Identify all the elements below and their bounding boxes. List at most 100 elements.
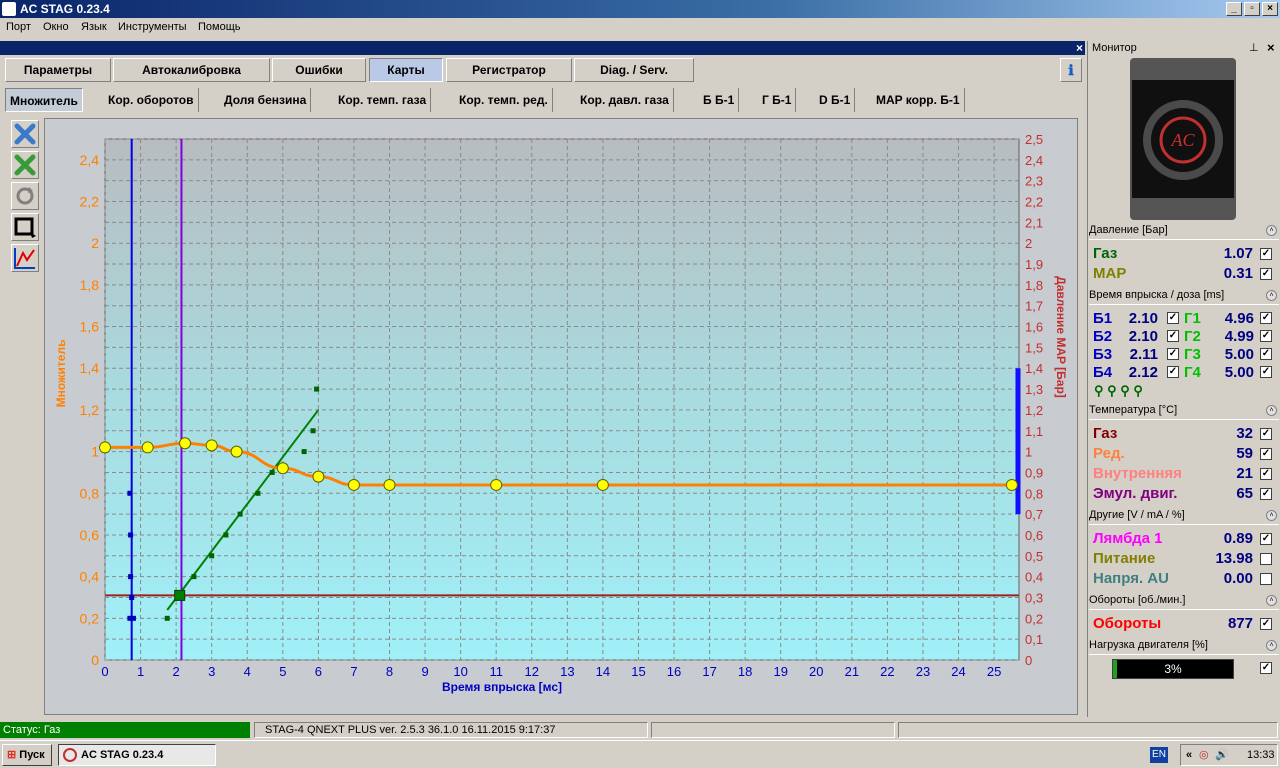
rpm-checkbox[interactable]: ✓ (1260, 618, 1272, 630)
volume-icon[interactable]: 🔊 (1215, 745, 1229, 765)
gas-point (301, 449, 307, 455)
petrol-injector-checkbox[interactable]: ✓ (1167, 366, 1179, 378)
start-button[interactable]: ⊞ Пуск (2, 744, 52, 766)
tab-diag-serv[interactable]: Diag. / Serv. (574, 58, 694, 82)
multiplier-point[interactable] (490, 478, 503, 491)
gas-injector-checkbox[interactable]: ✓ (1260, 366, 1272, 378)
multiplier-point[interactable] (596, 478, 609, 491)
petrol-injector-checkbox[interactable]: ✓ (1167, 348, 1179, 360)
multiplier-point[interactable] (347, 478, 360, 491)
menu-window[interactable]: Окно (43, 21, 69, 33)
section-other[interactable]: Другие [V / mA / %] ˄ (1089, 509, 1279, 525)
subtab-b-b1[interactable]: Б Б-1 (699, 88, 740, 112)
temp-gas-checkbox[interactable]: ✓ (1260, 428, 1272, 440)
section-pressure[interactable]: Давление [Бар] ˄ (1089, 224, 1279, 240)
subtab-gas-temp-correction[interactable]: Кор. темп. газа (334, 88, 432, 112)
power-checkbox[interactable] (1260, 553, 1272, 565)
restore-button[interactable]: ▫ (1244, 2, 1260, 16)
pressure-gas-label: Газ (1093, 245, 1118, 262)
collapse-icon[interactable]: ˄ (1266, 405, 1277, 416)
status-text: Статус: Газ (0, 722, 250, 738)
collapse-icon[interactable]: ˄ (1266, 290, 1277, 301)
app-taskbar-icon (63, 748, 77, 762)
close-green-icon[interactable] (11, 151, 39, 179)
frame-icon[interactable] (11, 213, 39, 241)
x-tick-label: 7 (350, 664, 357, 679)
multiplier-point[interactable] (179, 437, 192, 450)
menu-language[interactable]: Язык (81, 21, 107, 33)
section-other-label: Другие [V / mA / %] (1089, 509, 1185, 521)
status-bar: Статус: Газ STAG-4 QNEXT PLUS ver. 2.5.3… (0, 721, 1280, 739)
menu-help[interactable]: Помощь (198, 21, 241, 33)
pin-icon[interactable]: ⊥ (1249, 41, 1259, 54)
graph-icon[interactable] (11, 244, 39, 272)
tab-parameters[interactable]: Параметры (5, 58, 111, 82)
y2-tick-label: 0,6 (1025, 528, 1043, 543)
subtab-gas-pressure-correction[interactable]: Кор. давл. газа (576, 88, 674, 112)
multiplier-point[interactable] (230, 445, 243, 458)
multiplier-point[interactable] (276, 462, 289, 475)
close-blue-icon[interactable] (11, 120, 39, 148)
gas-injector-checkbox[interactable]: ✓ (1260, 330, 1272, 342)
gas-injector-checkbox[interactable]: ✓ (1260, 348, 1272, 360)
collapse-icon[interactable]: ˄ (1266, 640, 1277, 651)
y2-tick-label: 1,4 (1025, 361, 1043, 376)
section-injection[interactable]: Время впрыска / доза [ms] ˄ (1089, 289, 1279, 305)
subtab-petrol-share[interactable]: Доля бензина (220, 88, 312, 112)
tab-errors[interactable]: Ошибки (272, 58, 366, 82)
section-temperature[interactable]: Температура [°C] ˄ (1089, 404, 1279, 420)
multiplier-point[interactable] (1005, 478, 1018, 491)
pressure-map-value: 0.31 (1223, 265, 1253, 282)
collapse-icon[interactable]: ˄ (1266, 595, 1277, 606)
inner-close-icon[interactable]: × (1076, 41, 1083, 55)
subtab-multiplier[interactable]: Множитель (5, 88, 83, 112)
y2-tick-label: 0,3 (1025, 590, 1043, 605)
collapse-icon[interactable]: ˄ (1266, 225, 1277, 236)
multiplier-point[interactable] (99, 441, 111, 454)
tray-expand-icon[interactable]: « (1186, 745, 1192, 765)
plot-area[interactable] (104, 138, 1020, 661)
temp-reducer-checkbox[interactable]: ✓ (1260, 448, 1272, 460)
tray-app-icon[interactable]: ◎ (1199, 745, 1209, 765)
multiplier-chart[interactable]: 0 1 2 3 4 5 6 7 8 9 10 11 12 13 14 15 16 17 18 19 20 21 22 23 24… (45, 119, 1077, 714)
tab-autocalibration[interactable]: Автокалибровка (113, 58, 270, 82)
multiplier-point[interactable] (205, 439, 218, 452)
menu-port[interactable]: Порт (6, 21, 31, 33)
subtab-d-b1[interactable]: D Б-1 (815, 88, 856, 112)
multiplier-point[interactable] (141, 441, 154, 454)
section-rpm[interactable]: Обороты [об./мин.] ˄ (1089, 594, 1279, 610)
subtab-map-correction[interactable]: MAP корр. Б-1 (872, 88, 965, 112)
load-checkbox[interactable]: ✓ (1260, 662, 1272, 674)
section-load[interactable]: Нагрузка двигателя [%] ˄ (1089, 639, 1279, 655)
multiplier-point[interactable] (312, 470, 325, 483)
pressure-map-checkbox[interactable]: ✓ (1260, 268, 1272, 280)
subtab-reducer-temp-correction[interactable]: Кор. темп. ред. (455, 88, 553, 112)
multiplier-point[interactable] (383, 478, 396, 491)
taskbar-app-button[interactable]: AC STAG 0.23.4 (58, 744, 216, 766)
language-indicator[interactable]: EN (1150, 747, 1168, 763)
subtab-rpm-correction[interactable]: Кор. оборотов (104, 88, 199, 112)
taskbar: ⊞ Пуск AC STAG 0.23.4 EN « ◎ 🔊 13:33 (0, 740, 1280, 768)
voltage-checkbox[interactable] (1260, 573, 1272, 585)
collapse-icon[interactable]: ˄ (1266, 510, 1277, 521)
monitor-close-icon[interactable]: × (1267, 40, 1275, 55)
tab-recorder[interactable]: Регистратор (446, 58, 572, 82)
help-icon[interactable]: ℹ (1060, 58, 1082, 82)
petrol-injector-checkbox[interactable]: ✓ (1167, 312, 1179, 324)
pressure-gas-checkbox[interactable]: ✓ (1260, 248, 1272, 260)
temp-emul-checkbox[interactable]: ✓ (1260, 488, 1272, 500)
subtab-g-b1[interactable]: Г Б-1 (758, 88, 797, 112)
y2-tick-label: 0,9 (1025, 465, 1043, 480)
close-button[interactable]: × (1262, 2, 1278, 16)
lambda-checkbox[interactable]: ✓ (1260, 533, 1272, 545)
refresh-icon[interactable] (11, 182, 39, 210)
minimize-button[interactable]: _ (1226, 2, 1242, 16)
windows-icon: ⊞ (7, 749, 17, 761)
tab-maps[interactable]: Карты (369, 58, 443, 82)
clock: 13:33 (1247, 749, 1275, 761)
petrol-injector-checkbox[interactable]: ✓ (1167, 330, 1179, 342)
gas-injector-checkbox[interactable]: ✓ (1260, 312, 1272, 324)
y2-tick-label: 2,5 (1025, 132, 1043, 147)
temp-internal-checkbox[interactable]: ✓ (1260, 468, 1272, 480)
menu-tools[interactable]: Инструменты (118, 21, 187, 33)
